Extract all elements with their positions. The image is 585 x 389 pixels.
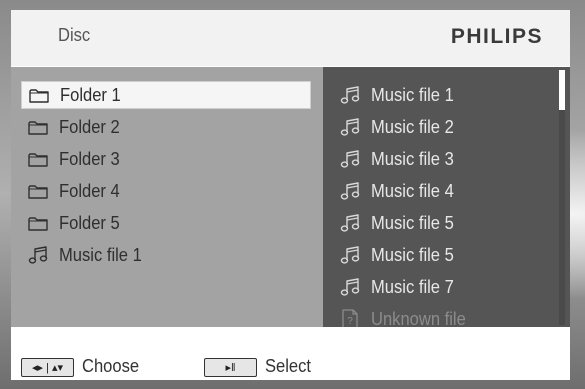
- music-note-icon: [339, 276, 361, 298]
- file-list-item-label: Music file 3: [371, 148, 454, 169]
- folder-icon: [27, 116, 49, 138]
- folder-list-item[interactable]: Folder 4: [21, 177, 311, 205]
- file-list-item-label: Music file 7: [371, 276, 454, 297]
- folder-list-item-label: Folder 1: [60, 84, 121, 105]
- file-list-item-label: Music file 5: [371, 244, 454, 265]
- music-note-icon: [339, 116, 361, 138]
- folder-icon: [28, 84, 50, 106]
- footer: ◂▸ | ▴▾ Choose ▸‖ Select: [11, 327, 570, 380]
- music-note-icon: [339, 148, 361, 170]
- file-list-item[interactable]: Music file 2: [335, 113, 550, 141]
- file-list: Music file 1 Music file 2 Music file 3 Musi…: [323, 67, 570, 329]
- folder-icon: [27, 212, 49, 234]
- music-note-icon: [339, 212, 361, 234]
- svg-text:?: ?: [347, 316, 353, 327]
- folder-list-item[interactable]: Folder 5: [21, 209, 311, 237]
- folder-icon: [27, 148, 49, 170]
- folder-list-item[interactable]: Music file 1: [21, 241, 311, 269]
- file-list-item[interactable]: Music file 5: [335, 241, 550, 269]
- folder-list-item-label: Music file 1: [59, 244, 142, 265]
- folder-icon: [27, 180, 49, 202]
- file-list-item[interactable]: Music file 4: [335, 177, 550, 205]
- folder-list: Folder 1 Folder 2 Folder 3 Folder 4 Folder 5…: [11, 67, 323, 327]
- file-browser-panel: Disc PHILIPS Folder 1 Folder 2 Folder 3 Fol…: [11, 10, 570, 380]
- file-list-item[interactable]: Music file 1: [335, 81, 550, 109]
- folder-list-item[interactable]: Folder 2: [21, 113, 311, 141]
- folder-list-item-label: Folder 4: [59, 180, 120, 201]
- choose-hint: Choose: [82, 356, 140, 376]
- folder-list-item-label: Folder 2: [59, 116, 120, 137]
- file-list-item-label: Music file 4: [371, 180, 454, 201]
- file-list-item[interactable]: Music file 7: [335, 273, 550, 301]
- folder-list-item-label: Folder 5: [59, 212, 120, 233]
- play-pause-key-icon: ▸‖: [204, 358, 257, 377]
- music-note-icon: [339, 244, 361, 266]
- select-hint: Select: [265, 356, 312, 376]
- play-pause-key-label: ▸‖: [225, 362, 236, 374]
- folder-list-item[interactable]: Folder 3: [21, 145, 311, 173]
- folder-list-item[interactable]: Folder 1: [21, 81, 311, 109]
- file-list-item-label: Music file 1: [371, 84, 454, 105]
- folder-list-item-label: Folder 3: [59, 148, 120, 169]
- file-list-item[interactable]: Music file 3: [335, 145, 550, 173]
- scrollbar-thumb[interactable]: [559, 70, 565, 110]
- brand-logo: PHILIPS: [450, 25, 543, 48]
- file-list-item[interactable]: Music file 5: [335, 209, 550, 237]
- file-list-item-label: Music file 5: [371, 212, 454, 233]
- file-list-item-label: Music file 2: [371, 116, 454, 137]
- navigate-keys-label: ◂▸ | ▴▾: [31, 362, 64, 374]
- scrollbar[interactable]: [559, 70, 565, 325]
- page-title: Disc: [58, 25, 91, 45]
- header: Disc PHILIPS: [11, 10, 570, 66]
- music-note-icon: [339, 84, 361, 106]
- music-note-icon: [27, 244, 49, 266]
- navigate-keys-icon: ◂▸ | ▴▾: [21, 358, 74, 377]
- music-note-icon: [339, 180, 361, 202]
